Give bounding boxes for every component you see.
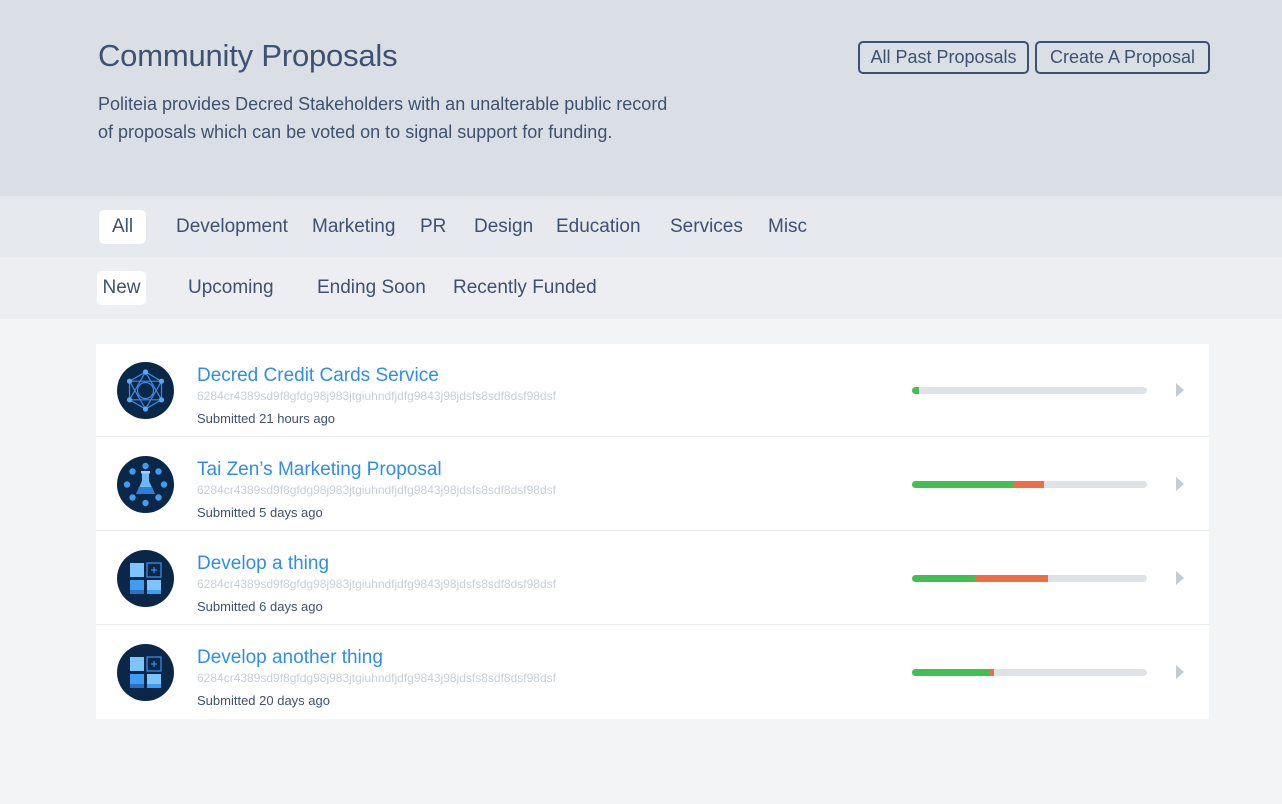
proposal-hash: 6284cr4389sd9f8gfdg98j983jtgiuhndfjdfg98…	[197, 577, 556, 591]
proposal-row[interactable]: Develop another thing 6284cr4389sd9f8gfd…	[96, 626, 1209, 719]
proposal-title[interactable]: Tai Zen’s Marketing Proposal	[197, 459, 442, 481]
proposal-row[interactable]: Develop a thing 6284cr4389sd9f8gfdg98j98…	[96, 532, 1209, 625]
tab-new[interactable]: New	[97, 271, 146, 305]
proposal-title[interactable]: Decred Credit Cards Service	[197, 365, 439, 387]
vote-no-fill	[975, 575, 1049, 582]
proposal-title[interactable]: Develop another thing	[197, 647, 383, 669]
all-past-proposals-button[interactable]: All Past Proposals	[858, 41, 1029, 74]
proposal-submitted: Submitted 20 days ago	[197, 693, 330, 708]
tab-upcoming[interactable]: Upcoming	[188, 271, 274, 305]
grid-blocks-icon	[117, 644, 174, 701]
vote-no-fill	[989, 669, 995, 676]
proposal-submitted: Submitted 21 hours ago	[197, 411, 336, 426]
description-line-1: Politeia provides Decred Stakeholders wi…	[98, 94, 668, 114]
create-proposal-button[interactable]: Create A Proposal	[1035, 41, 1210, 74]
vote-progress-bar	[912, 575, 1147, 582]
vote-yes-fill	[912, 575, 976, 582]
tab-marketing[interactable]: Marketing	[312, 210, 395, 244]
tab-all[interactable]: All	[99, 210, 146, 244]
vote-yes-fill	[912, 387, 920, 394]
page-description: Politeia provides Decred Stakeholders wi…	[98, 90, 698, 146]
grid-blocks-icon	[117, 550, 174, 607]
page-title: Community Proposals	[98, 38, 398, 73]
tab-development[interactable]: Development	[176, 210, 288, 244]
chevron-right-icon[interactable]	[1176, 477, 1184, 491]
network-hexagon-icon	[117, 362, 174, 419]
proposal-hash: 6284cr4389sd9f8gfdg98j983jtgiuhndfjdfg98…	[197, 671, 556, 685]
vote-progress-bar	[912, 387, 1147, 394]
tab-misc[interactable]: Misc	[768, 210, 807, 244]
page-header: Community Proposals Politeia provides De…	[0, 0, 1282, 196]
category-filter-bar: All Development Marketing PR Design Educ…	[0, 196, 1282, 257]
vote-yes-fill	[912, 481, 1014, 488]
proposal-hash: 6284cr4389sd9f8gfdg98j983jtgiuhndfjdfg98…	[197, 389, 556, 403]
proposal-submitted: Submitted 5 days ago	[197, 505, 323, 520]
description-line-2: of proposals which can be voted on to si…	[98, 122, 613, 142]
chevron-right-icon[interactable]	[1176, 571, 1184, 585]
sort-filter-bar: New Upcoming Ending Soon Recently Funded	[0, 257, 1282, 319]
proposal-hash: 6284cr4389sd9f8gfdg98j983jtgiuhndfjdfg98…	[197, 483, 556, 497]
vote-progress-bar	[912, 669, 1147, 676]
proposal-row[interactable]: Tai Zen’s Marketing Proposal 6284cr4389s…	[96, 438, 1209, 531]
vote-no-fill	[1013, 481, 1044, 488]
tab-recently-funded[interactable]: Recently Funded	[453, 271, 597, 305]
tab-design[interactable]: Design	[474, 210, 533, 244]
chevron-right-icon[interactable]	[1176, 665, 1184, 679]
tab-ending-soon[interactable]: Ending Soon	[317, 271, 426, 305]
vote-progress-bar	[912, 481, 1147, 488]
chevron-right-icon[interactable]	[1176, 383, 1184, 397]
tab-education[interactable]: Education	[556, 210, 641, 244]
vote-yes-fill	[912, 669, 990, 676]
tab-pr[interactable]: PR	[420, 210, 446, 244]
proposal-submitted: Submitted 6 days ago	[197, 599, 323, 614]
proposal-row[interactable]: Decred Credit Cards Service 6284cr4389sd…	[96, 344, 1209, 437]
proposal-list: Decred Credit Cards Service 6284cr4389sd…	[96, 344, 1209, 719]
tab-services[interactable]: Services	[670, 210, 743, 244]
proposal-title[interactable]: Develop a thing	[197, 553, 329, 575]
flask-network-icon	[117, 456, 174, 513]
